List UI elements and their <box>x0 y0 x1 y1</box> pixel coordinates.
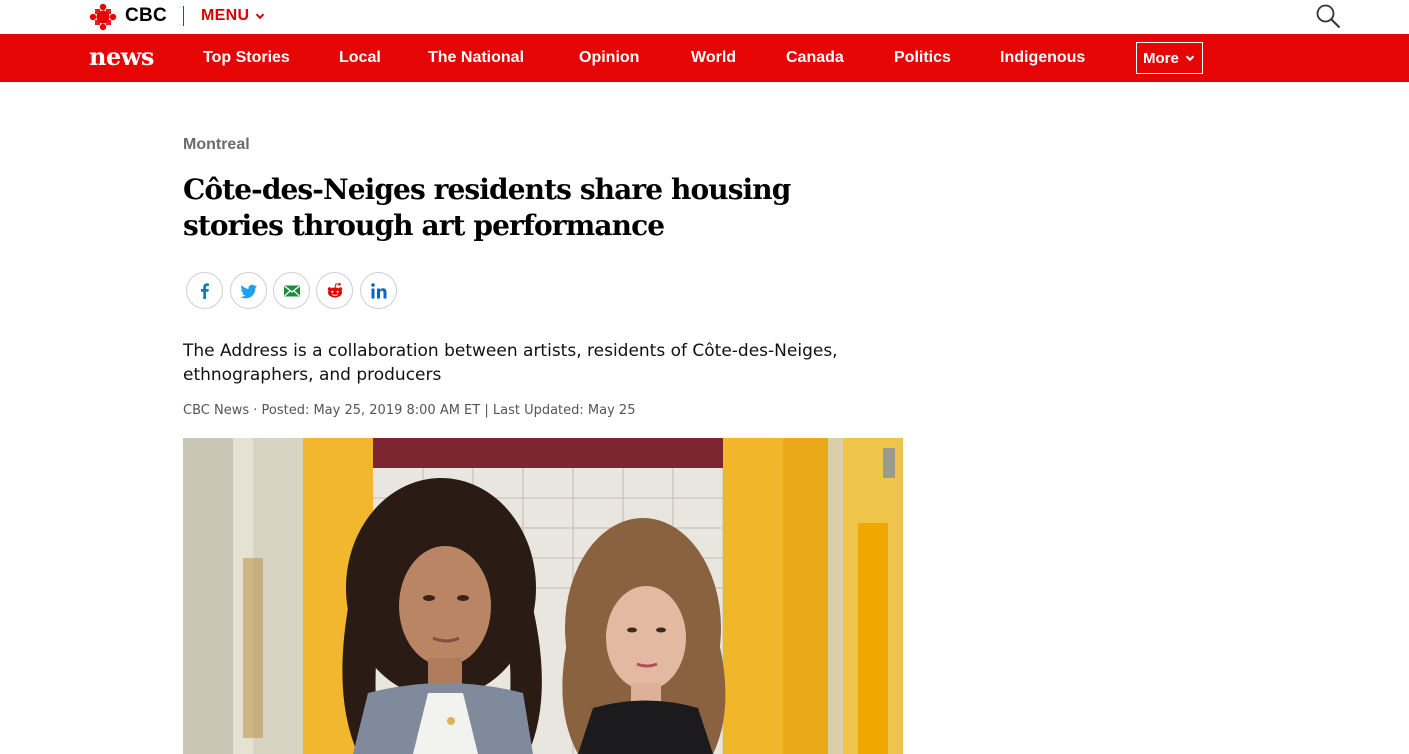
cbc-gem-logo-icon[interactable] <box>89 3 117 31</box>
nav-item-top-stories[interactable]: Top Stories <box>203 49 290 67</box>
nav-item-opinion[interactable]: Opinion <box>579 49 639 67</box>
nav-item-world[interactable]: World <box>691 49 736 67</box>
news-logo[interactable]: news <box>89 42 154 71</box>
reddit-icon <box>327 282 342 297</box>
top-bar: CBC MENU <box>0 0 1409 34</box>
nav-item-indigenous[interactable]: Indigenous <box>1000 49 1085 67</box>
more-button[interactable]: More <box>1136 42 1203 74</box>
nav-item-politics[interactable]: Politics <box>894 49 951 67</box>
chevron-down-icon <box>1185 55 1195 62</box>
share-twitter-button[interactable] <box>230 272 267 309</box>
facebook-icon <box>200 282 209 299</box>
menu-button[interactable]: MENU <box>201 7 265 25</box>
email-icon <box>283 284 300 296</box>
twitter-icon <box>239 284 257 298</box>
article-headline: Côte-des-Neiges residents share housing … <box>183 173 791 242</box>
share-facebook-button[interactable] <box>186 272 223 309</box>
news-nav-bar: news Top Stories Local The National Opin… <box>0 34 1409 82</box>
more-label: More <box>1143 49 1179 67</box>
menu-label: MENU <box>201 7 250 24</box>
share-reddit-button[interactable] <box>316 272 353 309</box>
article-byline: CBC News · Posted: May 25, 2019 8:00 AM … <box>183 403 636 418</box>
chevron-down-icon <box>256 13 265 20</box>
section-label[interactable]: Montreal <box>183 136 250 154</box>
share-email-button[interactable] <box>273 272 310 309</box>
brand-name[interactable]: CBC <box>125 5 167 27</box>
nav-item-canada[interactable]: Canada <box>786 49 844 67</box>
share-linkedin-button[interactable] <box>360 272 397 309</box>
linkedin-icon <box>370 282 386 298</box>
photo-two-women-hallway <box>183 438 903 754</box>
nav-item-the-national[interactable]: The National <box>428 49 524 67</box>
search-icon[interactable] <box>1315 3 1341 29</box>
divider <box>183 6 184 26</box>
lead-photo[interactable] <box>183 438 903 754</box>
nav-item-local[interactable]: Local <box>339 49 381 67</box>
article-deck: The Address is a collaboration between a… <box>183 341 838 385</box>
